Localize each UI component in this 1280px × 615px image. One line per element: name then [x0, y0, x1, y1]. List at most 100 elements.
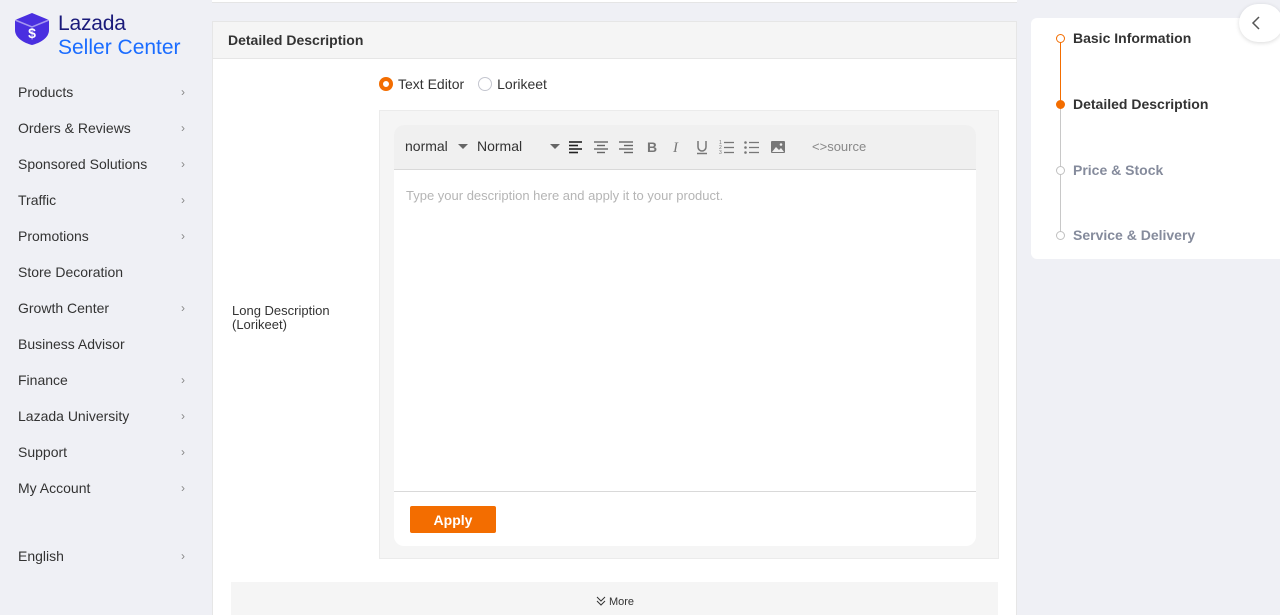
chevron-right-icon: ›	[181, 193, 185, 207]
editor-container: normal Normal B I 1 2 3 <>source Type yo…	[379, 110, 999, 559]
radio-text-editor[interactable]: Text Editor	[379, 76, 464, 92]
align-right-icon[interactable]	[617, 138, 635, 156]
sidebar-item-lazada-university[interactable]: Lazada University ›	[0, 398, 200, 434]
progress-steps-panel: Basic Information Detailed Description P…	[1031, 18, 1280, 259]
sidebar-item-products[interactable]: Products ›	[0, 74, 200, 110]
chevron-left-icon	[1250, 15, 1262, 36]
code-icon: <>	[812, 139, 828, 154]
chevron-right-icon: ›	[181, 157, 185, 171]
caret-down-icon	[550, 143, 561, 149]
svg-text:B: B	[647, 139, 657, 155]
align-center-icon[interactable]	[592, 138, 610, 156]
bold-icon[interactable]: B	[643, 138, 661, 156]
chevron-right-icon: ›	[181, 409, 185, 423]
long-description-label: Long Description (Lorikeet)	[232, 303, 330, 332]
sidebar-item-label: Products	[18, 84, 74, 100]
sidebar-item-traffic[interactable]: Traffic ›	[0, 182, 200, 218]
bullet-list-icon[interactable]	[743, 138, 761, 156]
chevron-right-icon: ›	[181, 301, 185, 315]
step-label: Detailed Description	[1073, 96, 1209, 112]
chevron-right-icon: ›	[181, 373, 185, 387]
caret-down-icon	[457, 143, 468, 149]
sidebar-item-label: Sponsored Solutions	[18, 156, 148, 172]
step-pending-icon	[1056, 165, 1065, 175]
description-textarea[interactable]: Type your description here and apply it …	[394, 170, 976, 492]
lazada-logo-icon: $	[12, 12, 52, 46]
detailed-description-section: Detailed Description Text Editor Lorikee…	[212, 21, 1017, 615]
sidebar-item-label: Lazada University	[18, 408, 130, 424]
double-chevron-down-icon	[595, 596, 607, 609]
editor-toolbar: normal Normal B I 1 2 3 <>source	[394, 125, 976, 170]
step-service-delivery[interactable]: Service & Delivery	[1056, 227, 1195, 243]
collapse-panel-button[interactable]	[1239, 4, 1280, 42]
radio-lorikeet[interactable]: Lorikeet	[478, 76, 547, 92]
more-label: More	[608, 596, 635, 608]
radio-label: Text Editor	[398, 76, 465, 92]
align-left-icon[interactable]	[567, 138, 585, 156]
sidebar-item-label: Growth Center	[18, 300, 110, 316]
editor-placeholder: Type your description here and apply it …	[406, 188, 724, 203]
logo[interactable]: $ Lazada Seller Center	[12, 12, 181, 60]
step-label: Price & Stock	[1073, 162, 1164, 178]
language-label: English	[18, 548, 64, 564]
italic-icon[interactable]: I	[668, 138, 686, 156]
sidebar-item-label: Promotions	[18, 228, 89, 244]
brand-subtitle: Seller Center	[58, 36, 181, 59]
step-detailed-description[interactable]: Detailed Description	[1056, 96, 1208, 112]
sidebar-item-sponsored-solutions[interactable]: Sponsored Solutions ›	[0, 146, 200, 182]
sidebar-item-growth-center[interactable]: Growth Center ›	[0, 290, 200, 326]
step-pending-icon	[1056, 230, 1065, 240]
step-connector-active	[1060, 40, 1061, 104]
sidebar-item-label: Store Decoration	[18, 264, 124, 280]
sidebar-item-label: Traffic	[18, 192, 57, 208]
step-label: Service & Delivery	[1073, 227, 1196, 243]
more-button[interactable]: More	[231, 582, 998, 615]
language-selector[interactable]: English ›	[0, 538, 200, 574]
sidebar-item-store-decoration[interactable]: Store Decoration	[0, 254, 200, 290]
chevron-right-icon: ›	[181, 229, 185, 243]
sidebar-item-label: My Account	[18, 480, 91, 496]
image-icon[interactable]	[769, 138, 787, 156]
step-price-stock[interactable]: Price & Stock	[1056, 162, 1163, 178]
sidebar-nav: Products › Orders & Reviews › Sponsored So…	[0, 74, 200, 506]
rich-text-editor: normal Normal B I 1 2 3 <>source Type yo…	[394, 125, 976, 546]
chevron-right-icon: ›	[181, 85, 185, 99]
brand-name: Lazada	[58, 12, 126, 35]
sidebar-item-orders-reviews[interactable]: Orders & Reviews ›	[0, 110, 200, 146]
editor-mode-radio-group: Text Editor Lorikeet	[379, 76, 561, 92]
radio-unselected-icon	[478, 77, 493, 91]
font-size-value: normal	[405, 138, 448, 154]
svg-text:$: $	[28, 25, 36, 41]
format-value: Normal	[477, 138, 523, 154]
sidebar: $ Lazada Seller Center Products › Orders …	[0, 0, 200, 615]
sidebar-item-label: Orders & Reviews	[18, 120, 131, 136]
source-label: source	[827, 139, 867, 154]
underline-icon[interactable]	[693, 138, 711, 156]
step-basic-information[interactable]: Basic Information	[1056, 30, 1191, 46]
chevron-right-icon: ›	[181, 445, 185, 459]
font-size-select[interactable]: normal	[405, 138, 468, 154]
previous-section-edge	[212, 0, 1017, 3]
source-toggle[interactable]: <>source	[812, 139, 866, 154]
chevron-right-icon: ›	[181, 481, 185, 495]
sidebar-item-label: Business Advisor	[18, 336, 125, 352]
step-label: Basic Information	[1073, 30, 1192, 46]
radio-selected-icon	[379, 77, 393, 91]
ordered-list-icon[interactable]: 123	[718, 138, 736, 156]
sidebar-item-my-account[interactable]: My Account ›	[0, 470, 200, 506]
sidebar-item-label: Support	[18, 444, 68, 460]
step-current-icon	[1056, 99, 1065, 109]
svg-text:3: 3	[719, 150, 722, 156]
step-done-icon	[1056, 33, 1065, 43]
sidebar-item-promotions[interactable]: Promotions ›	[0, 218, 200, 254]
format-select[interactable]: Normal	[477, 138, 561, 154]
section-title: Detailed Description	[213, 22, 1016, 59]
svg-text:I: I	[672, 140, 679, 156]
radio-label: Lorikeet	[497, 76, 547, 92]
sidebar-item-support[interactable]: Support ›	[0, 434, 200, 470]
sidebar-item-finance[interactable]: Finance ›	[0, 362, 200, 398]
sidebar-item-business-advisor[interactable]: Business Advisor	[0, 326, 200, 362]
chevron-right-icon: ›	[181, 549, 185, 563]
sidebar-item-label: Finance	[18, 372, 68, 388]
apply-button[interactable]: Apply	[410, 506, 496, 533]
